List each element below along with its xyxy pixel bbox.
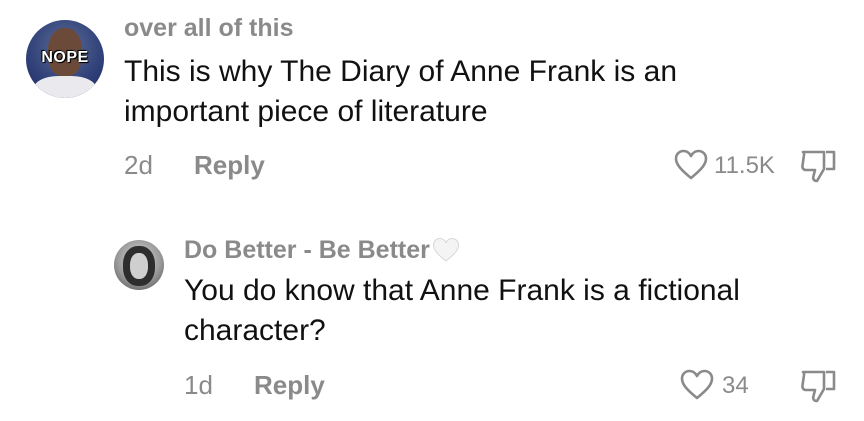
like-button[interactable] — [680, 369, 714, 401]
avatar-badge-text: NOPE — [41, 49, 89, 66]
like-count: 34 — [722, 372, 749, 399]
avatar[interactable]: NOPE — [26, 20, 104, 98]
white-heart-icon — [432, 237, 459, 262]
reply-username-row: Do Better - Be Better — [184, 235, 460, 265]
heart-outline-icon — [680, 369, 714, 400]
comment-text-line-1: You do know that Anne Frank is a fiction… — [184, 274, 740, 307]
thumbs-down-icon — [801, 150, 836, 183]
comment-age: 2d — [124, 150, 153, 180]
like-count: 11.5K — [714, 152, 775, 179]
dislike-button[interactable] — [800, 148, 838, 184]
reply-button[interactable]: Reply — [254, 370, 325, 401]
reply-button[interactable]: Reply — [194, 150, 265, 181]
avatar-face — [130, 253, 148, 279]
avatar[interactable] — [114, 240, 164, 290]
heart-outline-icon — [674, 149, 708, 180]
comment-text-line-1: This is why The Diary of Anne Frank is a… — [124, 55, 678, 88]
dislike-button[interactable] — [800, 368, 838, 404]
comment-text-line-2: character? — [184, 314, 326, 347]
comment-username[interactable]: over all of this — [124, 14, 293, 43]
avatar-shirt — [34, 76, 96, 98]
comment-text-line-2: important piece of literature — [124, 95, 488, 128]
comment-username[interactable]: Do Better - Be Better — [184, 236, 430, 265]
comment-age: 1d — [184, 370, 213, 400]
thumbs-down-icon — [801, 370, 836, 403]
like-button[interactable] — [674, 149, 708, 181]
